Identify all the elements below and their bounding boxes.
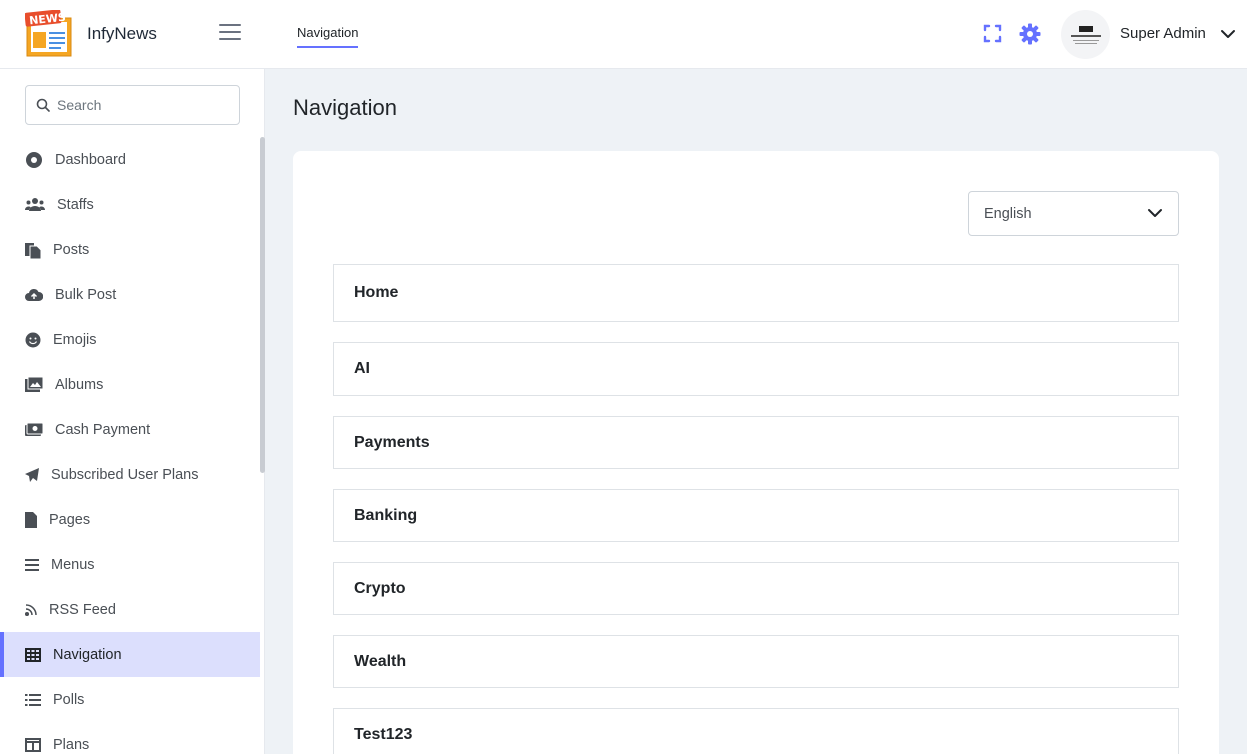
user-name[interactable]: Super Admin	[1120, 25, 1206, 42]
search-icon	[36, 98, 50, 112]
sidebar-item-polls[interactable]: Polls	[0, 677, 260, 722]
sidebar-item-label: Albums	[55, 376, 104, 393]
sidebar-item-label: Cash Payment	[55, 421, 151, 438]
navigation-row[interactable]: Home	[333, 264, 1179, 322]
navigation-row[interactable]: Payments	[333, 416, 1179, 469]
sidebar-item-posts[interactable]: Posts	[0, 227, 260, 272]
hamburger-menu-icon[interactable]	[219, 24, 241, 44]
page-icon	[25, 511, 37, 529]
navigation-row-label: Payments	[354, 433, 430, 451]
navigation-row[interactable]: Wealth	[333, 635, 1179, 688]
navigation-row-label: Banking	[354, 506, 418, 524]
sidebar-item-label: Staffs	[57, 196, 94, 213]
navigation-row-label: Home	[354, 284, 399, 301]
rss-icon	[25, 601, 37, 619]
user-avatar[interactable]	[1061, 10, 1110, 59]
chevron-down-icon	[1148, 209, 1162, 217]
money-icon	[25, 421, 43, 439]
users-icon	[25, 196, 45, 214]
images-icon	[25, 376, 43, 394]
tab-navigation[interactable]: Navigation	[297, 25, 359, 48]
paper-plane-icon	[25, 466, 39, 484]
sidebar-nav: Dashboard Staffs Posts Bulk Post Emojis	[0, 137, 260, 754]
sidebar-item-label: Menus	[51, 556, 95, 573]
sidebar-item-emojis[interactable]: Emojis	[0, 317, 260, 362]
search-input[interactable]	[57, 97, 227, 113]
sidebar-item-cash-payment[interactable]: Cash Payment	[0, 407, 260, 452]
sidebar-item-dashboard[interactable]: Dashboard	[0, 137, 260, 182]
sidebar-item-label: Dashboard	[55, 151, 126, 168]
sidebar: Dashboard Staffs Posts Bulk Post Emojis	[0, 69, 265, 754]
navigation-row-label: AI	[354, 360, 370, 377]
table-icon	[25, 646, 41, 664]
news-logo: NEWS	[24, 9, 75, 58]
menu-icon	[25, 556, 39, 574]
language-select[interactable]: English	[968, 191, 1179, 236]
sidebar-item-label: Subscribed User Plans	[51, 466, 199, 483]
sidebar-item-label: Navigation	[53, 646, 122, 663]
navigation-row[interactable]: Test123	[333, 708, 1179, 754]
fullscreen-icon[interactable]	[983, 24, 1002, 43]
sidebar-item-menus[interactable]: Menus	[0, 542, 260, 587]
navigation-row[interactable]: AI	[333, 342, 1179, 396]
sidebar-item-bulk-post[interactable]: Bulk Post	[0, 272, 260, 317]
sidebar-search[interactable]	[25, 85, 240, 125]
sidebar-item-label: Polls	[53, 691, 85, 708]
navigation-row-label: Test123	[354, 725, 413, 743]
chevron-down-icon[interactable]	[1220, 27, 1236, 39]
sidebar-item-staffs[interactable]: Staffs	[0, 182, 260, 227]
brand[interactable]: NEWS InfyNews	[24, 9, 157, 58]
language-select-value: English	[984, 205, 1032, 222]
columns-icon	[25, 736, 41, 754]
sidebar-scrollbar[interactable]	[260, 137, 265, 473]
app-name: InfyNews	[87, 24, 157, 43]
navigation-card: English Home AI Payments Banking Crypto …	[293, 151, 1219, 754]
sidebar-item-plans[interactable]: Plans	[0, 722, 260, 754]
sidebar-item-label: Emojis	[53, 331, 97, 348]
posts-icon	[25, 241, 41, 259]
navigation-row-label: Wealth	[354, 652, 407, 670]
sidebar-item-navigation[interactable]: Navigation	[0, 632, 260, 677]
sidebar-item-label: Posts	[53, 241, 90, 258]
smile-icon	[25, 331, 41, 349]
dashboard-icon	[25, 151, 43, 169]
theme-gear-icon[interactable]	[1019, 23, 1041, 45]
sidebar-item-label: Pages	[49, 511, 91, 528]
top-header: NEWS InfyNews Navigation Super Admin	[0, 0, 1247, 69]
sidebar-item-pages[interactable]: Pages	[0, 497, 260, 542]
sidebar-item-subscribed-user-plans[interactable]: Subscribed User Plans	[0, 452, 260, 497]
list-icon	[25, 691, 41, 709]
sidebar-item-albums[interactable]: Albums	[0, 362, 260, 407]
sidebar-item-label: Bulk Post	[55, 286, 117, 303]
sidebar-item-rss-feed[interactable]: RSS Feed	[0, 587, 260, 632]
navigation-row[interactable]: Banking	[333, 489, 1179, 542]
page-title: Navigation	[293, 95, 397, 120]
sidebar-item-label: RSS Feed	[49, 601, 116, 618]
navigation-row[interactable]: Crypto	[333, 562, 1179, 615]
sidebar-item-label: Plans	[53, 736, 90, 753]
navigation-row-label: Crypto	[354, 579, 406, 597]
cloud-upload-icon	[25, 286, 43, 304]
